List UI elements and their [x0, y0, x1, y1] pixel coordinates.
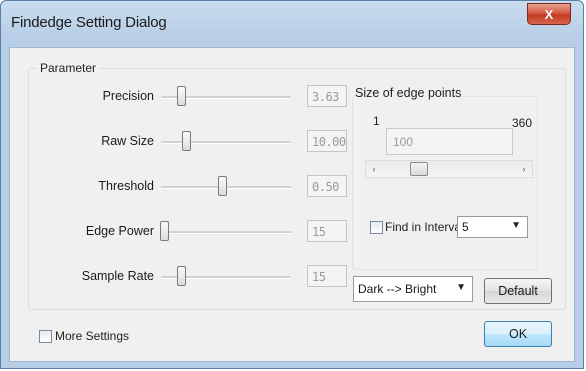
- threshold-slider-thumb[interactable]: [218, 176, 228, 196]
- sample-rate-value: 15: [307, 265, 347, 287]
- threshold-label: Threshold: [98, 179, 154, 193]
- threshold-row: Threshold 0.50: [29, 175, 359, 199]
- chevron-down-icon: ▼: [456, 282, 466, 293]
- sample-rate-slider-thumb[interactable]: [176, 266, 186, 286]
- raw-size-label: Raw Size: [101, 134, 154, 148]
- sample-rate-row: Sample Rate 15: [29, 265, 359, 289]
- edge-power-value: 15: [307, 220, 347, 242]
- more-settings-checkbox[interactable]: [39, 330, 52, 343]
- scroll-left-icon[interactable]: ‹: [366, 161, 382, 177]
- edge-power-slider-thumb[interactable]: [159, 221, 169, 241]
- precision-label: Precision: [102, 89, 154, 103]
- dialog-title: Findedge Setting Dialog: [11, 14, 167, 31]
- direction-value: Dark --> Bright: [358, 282, 437, 296]
- precision-row: Precision 3.63: [29, 85, 359, 109]
- chevron-down-icon: ▼: [511, 220, 521, 231]
- edge-points-min-label: 1: [373, 114, 380, 128]
- direction-select[interactable]: Dark --> Bright ▼: [353, 276, 473, 302]
- precision-slider[interactable]: [161, 86, 291, 106]
- findedge-setting-dialog: Findedge Setting Dialog X Parameter Prec…: [0, 0, 584, 369]
- find-interval-value: 5: [462, 220, 469, 234]
- threshold-slider[interactable]: [161, 176, 291, 196]
- precision-slider-thumb[interactable]: [176, 86, 186, 106]
- precision-value: 3.63: [307, 85, 347, 107]
- edge-points-scroll-thumb[interactable]: [409, 162, 428, 176]
- parameter-group-title: Parameter: [37, 61, 100, 75]
- raw-size-slider[interactable]: [161, 131, 291, 151]
- find-interval-checkbox[interactable]: [370, 221, 383, 234]
- threshold-value: 0.50: [307, 175, 347, 197]
- find-interval-select[interactable]: 5 ▼: [457, 216, 528, 238]
- raw-size-value: 10.00: [307, 130, 347, 152]
- edge-power-label: Edge Power: [85, 224, 154, 238]
- raw-size-slider-thumb[interactable]: [182, 131, 191, 151]
- sample-rate-label: Sample Rate: [81, 269, 154, 283]
- close-button[interactable]: X: [527, 3, 571, 25]
- default-button[interactable]: Default: [484, 278, 552, 304]
- edge-points-max-label: 360: [512, 116, 533, 130]
- more-settings-label: More Settings: [55, 329, 130, 343]
- edge-points-title: Size of edge points: [355, 86, 462, 100]
- dialog-client-area: Parameter Precision 3.63 Raw Size 10.00 …: [9, 47, 575, 362]
- edge-power-row: Edge Power 15: [29, 220, 359, 244]
- edge-points-value-field: 100: [386, 128, 513, 155]
- raw-size-row: Raw Size 10.00: [29, 130, 359, 154]
- edge-points-scrollbar[interactable]: ‹ ›: [365, 160, 533, 178]
- scroll-right-icon[interactable]: ›: [516, 161, 532, 177]
- ok-button[interactable]: OK: [484, 321, 552, 347]
- sample-rate-slider[interactable]: [161, 266, 291, 286]
- title-bar[interactable]: Findedge Setting Dialog X: [1, 1, 583, 47]
- find-interval-label: Find in Interva: [385, 220, 462, 234]
- edge-power-slider[interactable]: [159, 221, 291, 241]
